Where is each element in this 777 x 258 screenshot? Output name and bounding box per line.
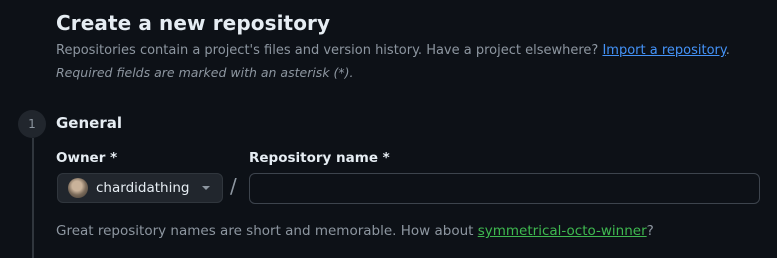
suggested-name-link[interactable]: symmetrical-octo-winner <box>478 223 647 239</box>
required-fields-note: Required fields are marked with an aster… <box>56 65 354 80</box>
import-repository-link[interactable]: Import a repository <box>602 43 725 58</box>
subtitle-text: Repositories contain a project's files a… <box>56 43 603 58</box>
section-title-general: General <box>56 114 122 132</box>
owner-repo-separator: / <box>230 174 237 198</box>
step-number-badge: 1 <box>18 110 46 138</box>
page-title: Create a new repository <box>56 11 331 35</box>
repository-name-input[interactable] <box>249 173 760 204</box>
hint-text: Great repository names are short and mem… <box>56 223 478 239</box>
page-subtitle: Repositories contain a project's files a… <box>56 43 730 58</box>
avatar-icon <box>68 178 88 198</box>
triangle-down-icon <box>202 186 210 190</box>
subtitle-end: . <box>725 43 730 58</box>
repository-name-hint: Great repository names are short and mem… <box>56 223 654 239</box>
hint-end: ? <box>646 223 654 239</box>
repository-name-label: Repository name * <box>249 150 390 166</box>
owner-name: chardidathing <box>96 180 190 196</box>
owner-label: Owner * <box>56 150 118 166</box>
owner-select-button[interactable]: chardidathing <box>57 173 223 203</box>
step-connector-line <box>32 138 34 258</box>
